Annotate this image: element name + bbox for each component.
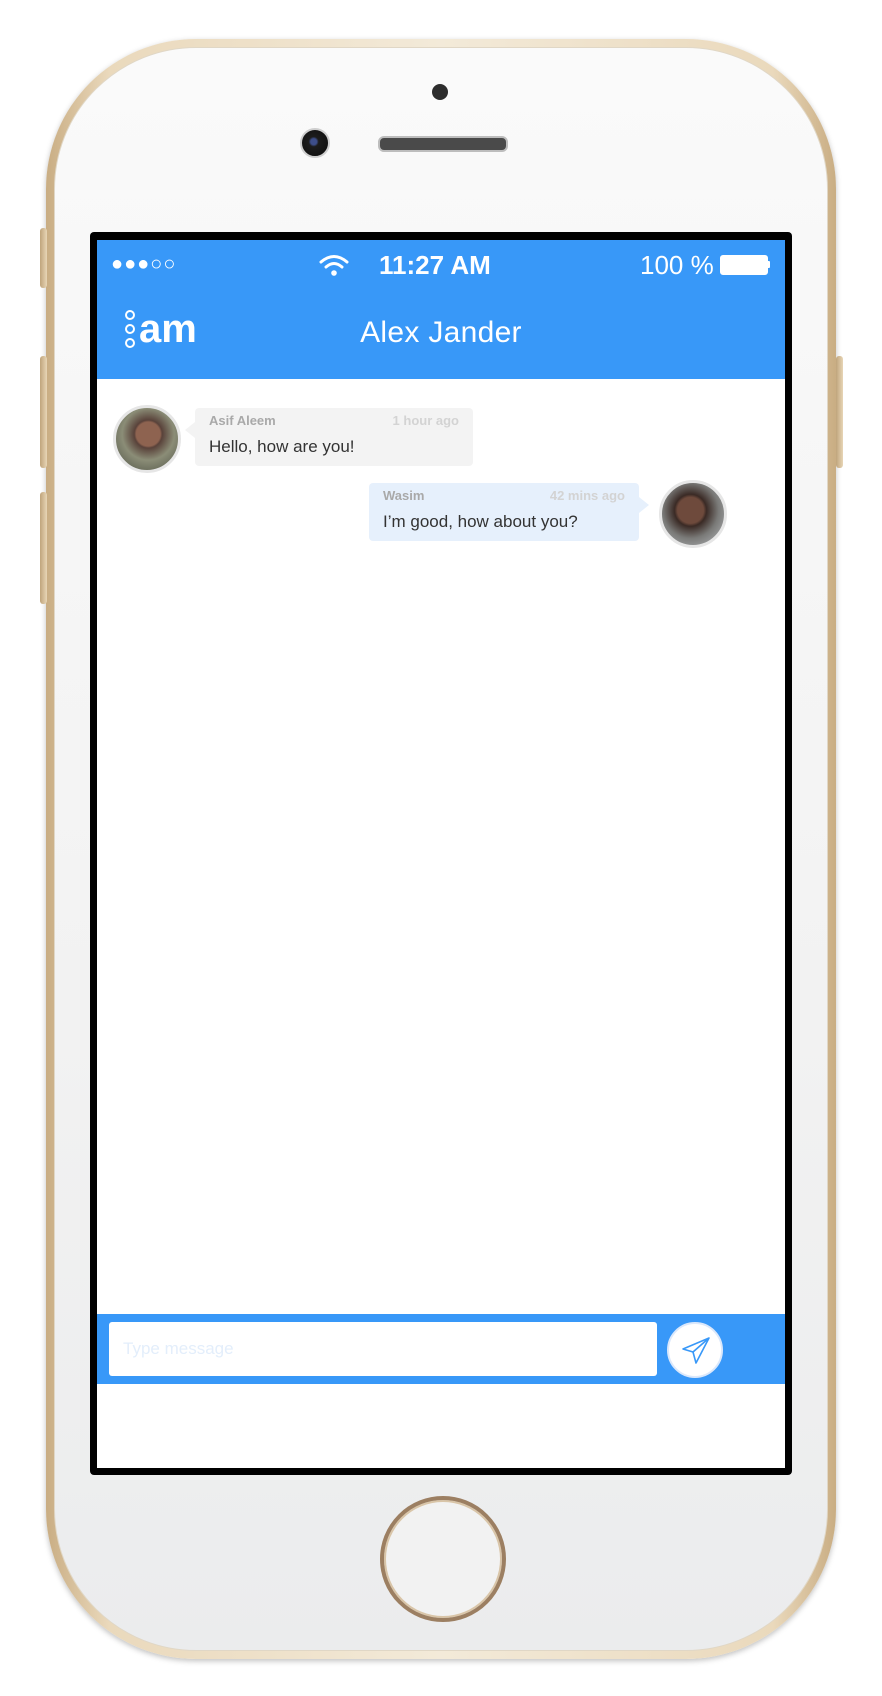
send-button[interactable] [667,1322,723,1378]
message-time: 1 hour ago [392,413,459,428]
battery-percentage: 100 % [640,250,714,280]
volume-down-button [40,492,47,604]
message-text: Hello, how are you! [209,437,355,456]
phone-screen: ●●●○○ 11:27 AM 100 % am Alex Jander Asif… [90,232,792,1475]
message-bubble-outgoing: Wasim 42 mins ago I’m good, how about yo… [369,483,649,541]
message-text: I’m good, how about you? [383,512,578,531]
earpiece-speaker [378,136,508,152]
mute-switch [40,228,47,288]
home-button[interactable] [380,1496,506,1622]
status-time: 11:27 AM [379,250,491,280]
proximity-sensor [432,84,448,100]
signal-strength-icon: ●●●○○ [111,253,177,275]
message-sender: Asif Aleem [209,413,276,428]
battery-tip [767,261,770,268]
message-sender: Wasim [383,488,425,503]
app-header: ●●●○○ 11:27 AM 100 % am Alex Jander [97,240,785,379]
status-bar: ●●●○○ 11:27 AM 100 % [97,240,785,288]
message-time: 42 mins ago [549,488,625,503]
app-display: ●●●○○ 11:27 AM 100 % am Alex Jander Asif… [97,240,785,1468]
power-button [836,356,843,468]
message-composer [97,1314,785,1384]
message-bubble-incoming: Asif Aleem 1 hour ago Hello, how are you… [185,408,473,466]
message-input[interactable] [109,1322,657,1376]
paper-plane-icon [682,1337,710,1364]
battery-icon [720,255,768,275]
front-camera [300,128,330,158]
avatar-incoming[interactable] [113,405,181,473]
volume-up-button [40,356,47,468]
avatar-outgoing[interactable] [659,480,727,548]
wifi-icon [319,255,349,276]
chat-title: Alex Jander [360,316,522,349]
